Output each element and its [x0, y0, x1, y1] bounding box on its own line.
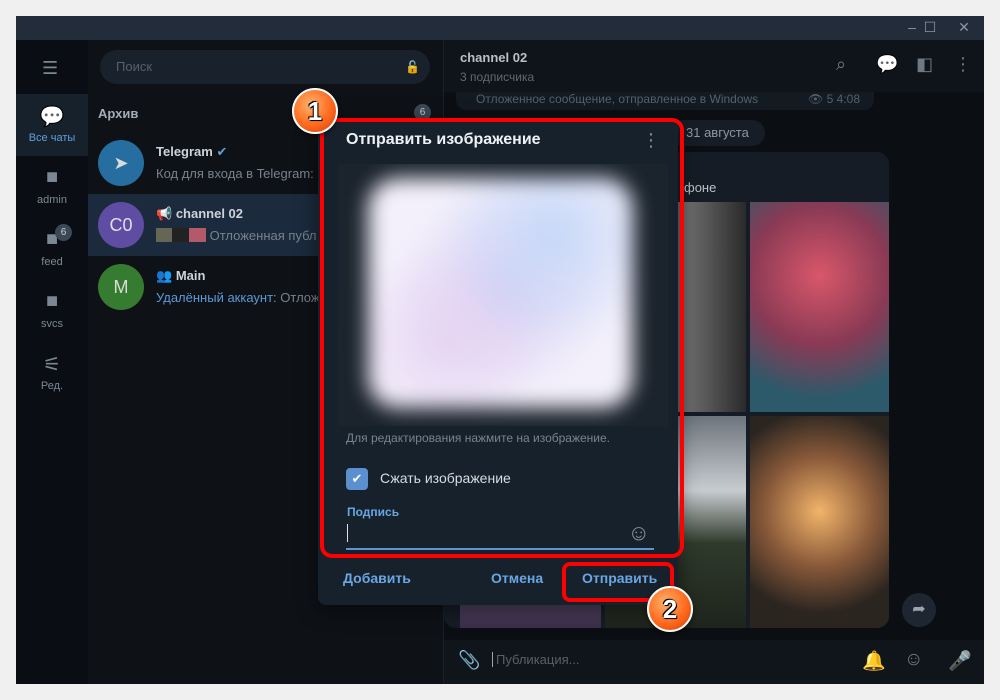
chat-header: channel 02 3 подписчика ⌕ 💬 ◧ ⋮: [444, 40, 984, 92]
add-button[interactable]: Добавить: [343, 570, 411, 586]
search-icon[interactable]: ⌕: [836, 54, 846, 75]
sidebar-toggle-icon[interactable]: ◧: [916, 54, 933, 75]
highlight-frame-1: [320, 118, 684, 558]
modal-layer: Отправить изображение ⋮ Для редактирован…: [0, 0, 1000, 700]
more-icon[interactable]: ⋮: [954, 54, 972, 75]
voice-chat-icon[interactable]: 💬: [876, 54, 898, 75]
step-marker-2: 2: [647, 586, 693, 632]
step-marker-1: 1: [292, 88, 338, 134]
cancel-button[interactable]: Отмена: [491, 570, 543, 586]
